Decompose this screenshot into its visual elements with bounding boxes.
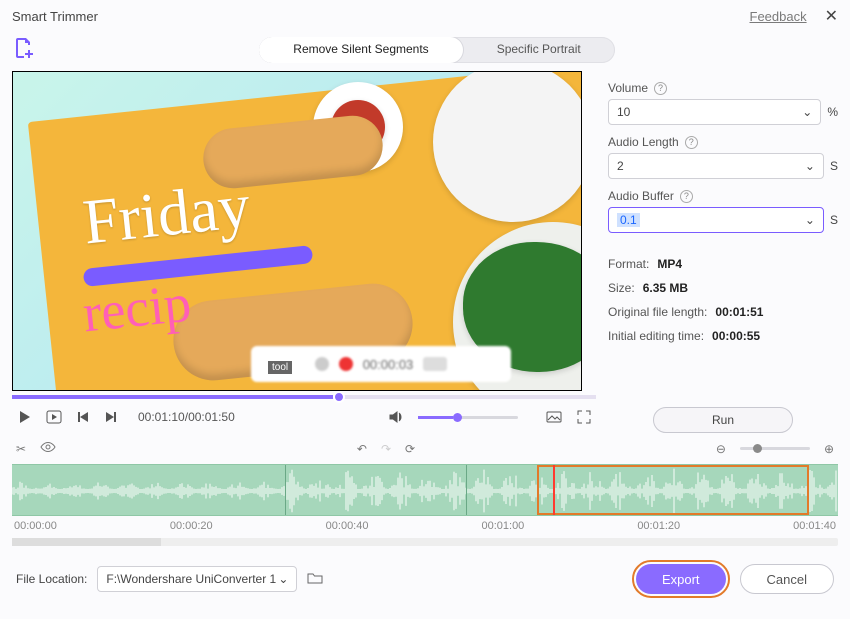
size-label: Size: (608, 281, 635, 295)
edit-time-value: 00:00:55 (712, 329, 760, 343)
zoom-slider[interactable] (740, 447, 810, 450)
zoom-in-icon[interactable]: ⊕ (824, 442, 834, 456)
eye-icon[interactable] (40, 439, 56, 458)
prev-frame-icon[interactable] (76, 410, 90, 424)
chevron-down-icon: ⌄ (802, 105, 812, 119)
file-location-label: File Location: (16, 572, 87, 586)
mode-tabs: Remove Silent Segments Specific Portrait (259, 37, 614, 63)
help-icon[interactable]: ? (680, 190, 693, 203)
chevron-down-icon: ⌄ (805, 159, 815, 173)
redo-icon[interactable]: ↷ (381, 442, 391, 456)
format-value: MP4 (657, 257, 682, 271)
volume-select[interactable]: 10⌄ (608, 99, 821, 125)
browse-folder-icon[interactable] (307, 570, 323, 589)
playhead-cursor[interactable] (553, 464, 555, 516)
audio-buffer-unit: S (830, 213, 838, 227)
tab-specific-portrait[interactable]: Specific Portrait (463, 37, 615, 63)
help-icon[interactable]: ? (685, 136, 698, 149)
size-value: 6.35 MB (643, 281, 688, 295)
next-frame-icon[interactable] (104, 410, 118, 424)
add-file-icon[interactable] (12, 36, 36, 63)
audio-length-label: Audio Length (608, 135, 679, 149)
audio-length-unit: S (830, 159, 838, 173)
time-readout: 00:01:10/00:01:50 (138, 410, 235, 424)
edit-time-label: Initial editing time: (608, 329, 704, 343)
overlay-text-2: recip (80, 272, 194, 345)
snapshot-icon[interactable] (546, 409, 562, 425)
play-next-icon[interactable] (46, 409, 62, 425)
time-ruler: 00:00:0000:00:2000:00:4000:01:0000:01:20… (12, 516, 838, 536)
file-location-select[interactable]: F:\Wondershare UniConverter 1⌄ (97, 566, 297, 592)
refresh-icon[interactable]: ⟳ (405, 442, 415, 456)
undo-icon[interactable]: ↶ (357, 442, 367, 456)
feedback-link[interactable]: Feedback (750, 9, 807, 24)
fullscreen-icon[interactable] (576, 409, 592, 425)
run-button[interactable]: Run (653, 407, 793, 433)
tab-remove-silent[interactable]: Remove Silent Segments (259, 37, 462, 63)
help-icon[interactable]: ? (654, 82, 667, 95)
orig-length-label: Original file length: (608, 305, 707, 319)
chevron-down-icon: ⌄ (805, 213, 815, 227)
audio-buffer-select[interactable]: 0.1⌄ (608, 207, 824, 233)
volume-label: Volume (608, 81, 648, 95)
orig-length-value: 00:01:51 (715, 305, 763, 319)
tool-chip: tool (268, 361, 292, 374)
format-label: Format: (608, 257, 649, 271)
close-icon[interactable]: ✕ (825, 6, 838, 26)
selection-region[interactable] (537, 465, 810, 515)
play-icon[interactable] (16, 409, 32, 425)
video-preview[interactable]: Friday recip 00:00:03 tool (12, 71, 582, 391)
volume-slider[interactable] (418, 416, 518, 419)
cancel-button[interactable]: Cancel (740, 564, 834, 594)
export-button[interactable]: Export (636, 564, 726, 594)
chevron-down-icon: ⌄ (278, 572, 288, 586)
scroll-overview[interactable] (12, 538, 838, 546)
volume-unit: % (827, 105, 838, 119)
seek-bar[interactable] (12, 395, 596, 399)
waveform[interactable] (12, 464, 838, 516)
audio-length-select[interactable]: 2⌄ (608, 153, 824, 179)
volume-icon[interactable] (388, 409, 404, 425)
audio-buffer-label: Audio Buffer (608, 189, 674, 203)
window-title: Smart Trimmer (12, 9, 98, 24)
zoom-out-icon[interactable]: ⊖ (716, 442, 726, 456)
cut-icon[interactable]: ✂ (16, 442, 26, 456)
